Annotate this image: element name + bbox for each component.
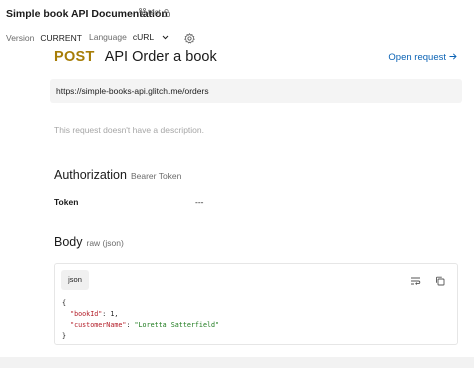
json-key: "bookId" — [70, 310, 103, 318]
version-selector[interactable]: Version CURRENT — [6, 32, 82, 44]
gear-icon[interactable] — [184, 31, 195, 49]
body-format: raw (json) — [86, 238, 124, 248]
body-title: Body — [54, 235, 83, 249]
chevron-down-icon — [162, 35, 169, 40]
open-request-label: Open request — [388, 52, 446, 63]
language-selector[interactable]: Language cURL — [89, 32, 169, 42]
version-label: Version — [6, 33, 35, 43]
body-header: Body raw (json) — [54, 235, 124, 249]
copy-icon[interactable] — [435, 273, 445, 291]
json-key: "customerName" — [70, 321, 127, 329]
auth-type: Bearer Token — [130, 171, 182, 181]
token-value: --- — [195, 197, 204, 207]
wrap-lines-icon[interactable] — [410, 273, 421, 291]
fork-label: test — [148, 8, 161, 17]
authorization-header: Authorization Bearer Token — [54, 168, 181, 182]
code-close-brace: } — [62, 332, 67, 340]
lock-icon — [163, 9, 170, 17]
json-body: { "bookId": 1, "customerName": "Loretta … — [62, 299, 220, 340]
json-value: 1 — [110, 310, 115, 318]
arrow-right-icon — [449, 52, 457, 63]
language-label: Language — [89, 32, 127, 42]
code-open-brace: { — [62, 299, 67, 307]
top-bar: Simple book API Documentation test Versi… — [0, 0, 474, 48]
json-tag[interactable]: json — [61, 270, 89, 290]
request-description: This request doesn't have a description. — [54, 125, 204, 135]
authorization-title: Authorization — [54, 168, 127, 182]
fork-icon — [139, 8, 146, 17]
open-request-link[interactable]: Open request — [388, 52, 457, 63]
json-value: "Loretta Satterfield" — [134, 321, 220, 329]
body-code-block: json { "bookId": 1, "customerName": "Lor… — [54, 263, 458, 345]
request-title: API Order a book — [104, 49, 217, 65]
version-value: CURRENT — [40, 33, 82, 43]
token-label: Token — [54, 197, 79, 207]
language-value: cURL — [132, 32, 155, 42]
bottom-divider — [0, 357, 474, 368]
request-header: POST API Order a book — [54, 49, 217, 65]
fork-badge[interactable]: test — [139, 8, 161, 17]
request-url-bar[interactable]: https://simple-books-api.glitch.me/order… — [50, 79, 462, 103]
request-url: https://simple-books-api.glitch.me/order… — [56, 86, 209, 96]
http-method-badge: POST — [54, 49, 95, 65]
